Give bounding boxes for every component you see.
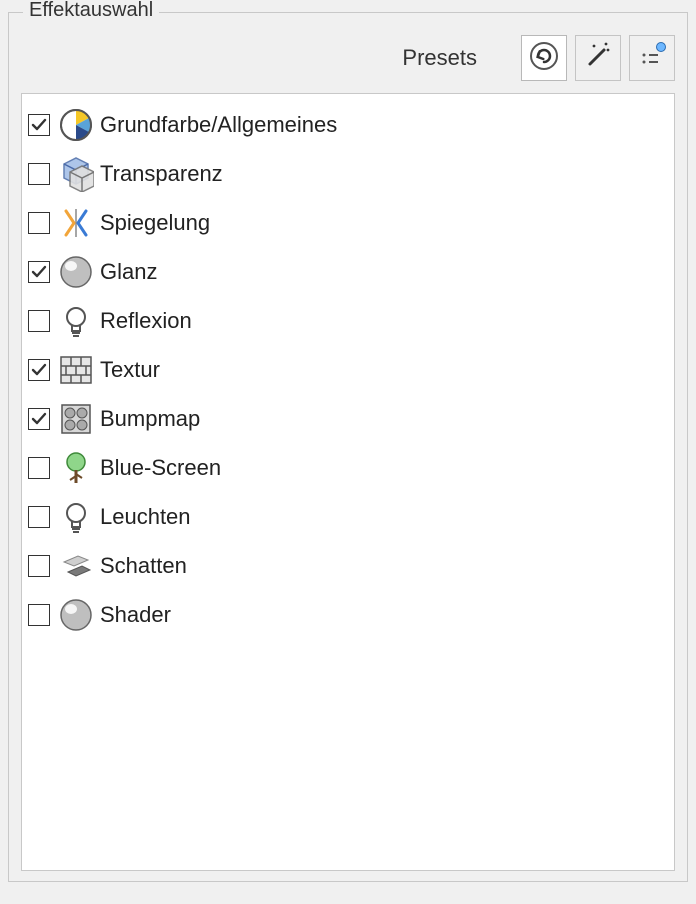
effect-checkbox[interactable]: [28, 457, 50, 479]
effect-label: Grundfarbe/Allgemeines: [100, 112, 337, 138]
effect-row[interactable]: Blue-Screen: [22, 443, 674, 492]
effect-label: Textur: [100, 357, 160, 383]
effect-label: Bumpmap: [100, 406, 200, 432]
effect-checkbox[interactable]: [28, 261, 50, 283]
effect-checkbox[interactable]: [28, 114, 50, 136]
list-dot-icon: [636, 40, 668, 77]
effect-label: Glanz: [100, 259, 157, 285]
effect-row[interactable]: Textur: [22, 345, 674, 394]
effect-checkbox[interactable]: [28, 408, 50, 430]
shadow-icon: [56, 546, 96, 586]
effect-row[interactable]: Grundfarbe/Allgemeines: [22, 100, 674, 149]
bump-icon: [56, 399, 96, 439]
tree-icon: [56, 448, 96, 488]
wand-button[interactable]: [575, 35, 621, 81]
undo-arrow-icon: [528, 40, 560, 77]
bulb-icon: [56, 301, 96, 341]
effect-checkbox[interactable]: [28, 359, 50, 381]
effect-row[interactable]: Bumpmap: [22, 394, 674, 443]
effect-label: Transparenz: [100, 161, 223, 187]
effect-row[interactable]: Transparenz: [22, 149, 674, 198]
effect-list: Grundfarbe/Allgemeines Transparenz Spiegel…: [21, 93, 675, 871]
effect-row[interactable]: Spiegelung: [22, 198, 674, 247]
effect-checkbox[interactable]: [28, 604, 50, 626]
effect-label: Spiegelung: [100, 210, 210, 236]
panel-title: Effektauswahl: [23, 0, 159, 22]
effect-row[interactable]: Glanz: [22, 247, 674, 296]
bulb-icon: [56, 497, 96, 537]
reset-button[interactable]: [521, 35, 567, 81]
transparency-icon: [56, 154, 96, 194]
effect-row[interactable]: Reflexion: [22, 296, 674, 345]
effect-checkbox[interactable]: [28, 555, 50, 577]
effect-label: Shader: [100, 602, 171, 628]
mirror-icon: [56, 203, 96, 243]
gloss-sphere-icon: [56, 252, 96, 292]
list-options-button[interactable]: [629, 35, 675, 81]
effect-checkbox[interactable]: [28, 310, 50, 332]
toolbar: Presets: [9, 13, 687, 89]
effect-checkbox[interactable]: [28, 163, 50, 185]
effect-row[interactable]: Leuchten: [22, 492, 674, 541]
presets-label: Presets: [402, 45, 477, 71]
effect-label: Schatten: [100, 553, 187, 579]
effect-label: Leuchten: [100, 504, 191, 530]
effect-row[interactable]: Shader: [22, 590, 674, 639]
effect-row[interactable]: Schatten: [22, 541, 674, 590]
effect-checkbox[interactable]: [28, 506, 50, 528]
magic-wand-icon: [582, 40, 614, 77]
brick-icon: [56, 350, 96, 390]
effect-checkbox[interactable]: [28, 212, 50, 234]
effect-selection-groupbox: Effektauswahl Presets: [8, 12, 688, 882]
effect-label: Reflexion: [100, 308, 192, 334]
gloss-sphere-icon: [56, 595, 96, 635]
color-wheel-icon: [56, 105, 96, 145]
effect-label: Blue-Screen: [100, 455, 221, 481]
